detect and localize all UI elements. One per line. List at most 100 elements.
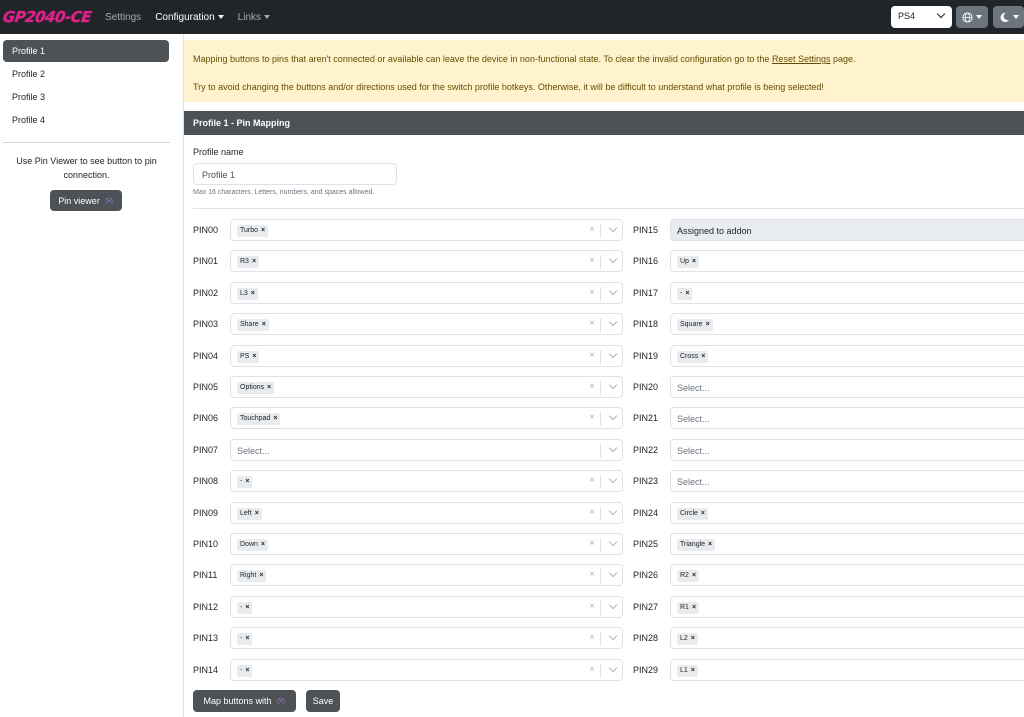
pin-select[interactable]: L1 × [670, 659, 1024, 681]
remove-tag-icon[interactable]: × [255, 510, 259, 517]
clear-icon[interactable]: × [589, 475, 595, 486]
chevron-down-icon[interactable] [608, 600, 618, 610]
sidebar-divider [3, 142, 170, 143]
clear-icon[interactable]: × [589, 287, 595, 298]
nav-settings[interactable]: Settings [105, 12, 141, 23]
chevron-down-icon[interactable] [608, 223, 618, 233]
remove-tag-icon[interactable]: × [261, 541, 265, 548]
chevron-down-icon[interactable] [608, 568, 618, 578]
clear-icon[interactable]: × [589, 318, 595, 329]
nav-configuration[interactable]: Configuration [155, 12, 224, 23]
clear-icon[interactable]: × [589, 350, 595, 361]
pin-select[interactable]: - × × [230, 659, 623, 681]
pin-select[interactable]: Square × [670, 313, 1024, 335]
pin-select[interactable]: Turbo × × [230, 219, 623, 241]
remove-tag-icon[interactable]: × [692, 572, 696, 579]
chevron-down-icon[interactable] [608, 380, 618, 390]
chevron-down-icon[interactable] [608, 286, 618, 296]
remove-tag-icon[interactable]: × [691, 635, 695, 642]
remove-tag-icon[interactable]: × [701, 510, 705, 517]
pin-viewer-button[interactable]: Pin viewer 🎮︎ [50, 190, 122, 211]
remove-tag-icon[interactable]: × [267, 384, 271, 391]
remove-tag-icon[interactable]: × [252, 258, 256, 265]
pin-select[interactable]: Left × × [230, 502, 623, 524]
pin-select[interactable]: - × × [230, 470, 623, 492]
sidebar-item-profile-3[interactable]: Profile 3 [3, 86, 169, 108]
pin-select[interactable]: - × [670, 282, 1024, 304]
remove-tag-icon[interactable]: × [261, 227, 265, 234]
sidebar-item-profile-1[interactable]: Profile 1 [3, 40, 169, 62]
remove-tag-icon[interactable]: × [692, 258, 696, 265]
chevron-down-icon[interactable] [608, 663, 618, 673]
remove-tag-icon[interactable]: × [701, 353, 705, 360]
pin-select[interactable]: Select... [230, 439, 623, 461]
pin-select[interactable]: R3 × × [230, 250, 623, 272]
theme-button[interactable] [993, 6, 1024, 28]
pin-select[interactable]: Select... [670, 470, 1024, 492]
remove-tag-icon[interactable]: × [251, 290, 255, 297]
pin-select[interactable]: L3 × × [230, 282, 623, 304]
clear-icon[interactable]: × [589, 569, 595, 580]
clear-icon[interactable]: × [589, 255, 595, 266]
remove-tag-icon[interactable]: × [708, 541, 712, 548]
map-buttons-button[interactable]: Map buttons with 🎮︎ [193, 690, 296, 712]
clear-icon[interactable]: × [589, 381, 595, 392]
chevron-down-icon[interactable] [608, 506, 618, 516]
chevron-down-icon[interactable] [608, 411, 618, 421]
pin-select[interactable]: Share × × [230, 313, 623, 335]
remove-tag-icon[interactable]: × [706, 321, 710, 328]
pin-select[interactable]: Select... [670, 376, 1024, 398]
remove-tag-icon[interactable]: × [245, 667, 249, 674]
pin-select[interactable]: Select... [670, 439, 1024, 461]
chevron-down-icon[interactable] [608, 317, 618, 327]
reset-settings-link[interactable]: Reset Settings [772, 54, 831, 64]
sidebar-item-profile-4[interactable]: Profile 4 [3, 109, 169, 131]
chevron-down-icon[interactable] [608, 254, 618, 264]
pin-select[interactable]: PS × × [230, 345, 623, 367]
chevron-down-icon[interactable] [608, 631, 618, 641]
profile-name-input[interactable]: Profile 1 [193, 163, 397, 185]
sidebar-item-profile-2[interactable]: Profile 2 [3, 63, 169, 85]
pin-select[interactable]: Select... [670, 407, 1024, 429]
remove-tag-icon[interactable]: × [245, 604, 249, 611]
pin-select[interactable]: L2 × [670, 627, 1024, 649]
clear-icon[interactable]: × [589, 412, 595, 423]
chevron-down-icon[interactable] [608, 443, 618, 453]
pin-label: PIN12 [193, 602, 219, 612]
chevron-down-icon[interactable] [608, 537, 618, 547]
pin-select[interactable]: - × × [230, 596, 623, 618]
pin-select[interactable]: - × × [230, 627, 623, 649]
remove-tag-icon[interactable]: × [262, 321, 266, 328]
pin-select[interactable]: R2 × [670, 564, 1024, 586]
clear-icon[interactable]: × [589, 664, 595, 675]
clear-icon[interactable]: × [589, 632, 595, 643]
remove-tag-icon[interactable]: × [273, 415, 277, 422]
pin-select[interactable]: Circle × [670, 502, 1024, 524]
pin-select[interactable]: R1 × [670, 596, 1024, 618]
remove-tag-icon[interactable]: × [691, 667, 695, 674]
pin-select[interactable]: Cross × [670, 345, 1024, 367]
nav-links[interactable]: Links [238, 12, 271, 23]
pin-select[interactable]: Down × × [230, 533, 623, 555]
clear-icon[interactable]: × [589, 224, 595, 235]
save-button[interactable]: Save [306, 690, 340, 712]
pin-select[interactable]: Triangle × [670, 533, 1024, 555]
pin-select[interactable]: Options × × [230, 376, 623, 398]
chevron-down-icon[interactable] [608, 349, 618, 359]
chevron-down-icon[interactable] [608, 474, 618, 484]
clear-icon[interactable]: × [589, 538, 595, 549]
pin-select[interactable]: Right × × [230, 564, 623, 586]
remove-tag-icon[interactable]: × [259, 572, 263, 579]
input-mode-select[interactable]: PS4 [891, 6, 952, 28]
remove-tag-icon[interactable]: × [685, 290, 689, 297]
remove-tag-icon[interactable]: × [245, 478, 249, 485]
language-button[interactable] [956, 6, 988, 28]
remove-tag-icon[interactable]: × [245, 635, 249, 642]
pin-select[interactable]: Touchpad × × [230, 407, 623, 429]
remove-tag-icon[interactable]: × [692, 604, 696, 611]
pin-select[interactable]: Up × [670, 250, 1024, 272]
clear-icon[interactable]: × [589, 601, 595, 612]
clear-icon[interactable]: × [589, 507, 595, 518]
app-logo[interactable]: GP2040-CE [2, 8, 93, 26]
remove-tag-icon[interactable]: × [252, 353, 256, 360]
